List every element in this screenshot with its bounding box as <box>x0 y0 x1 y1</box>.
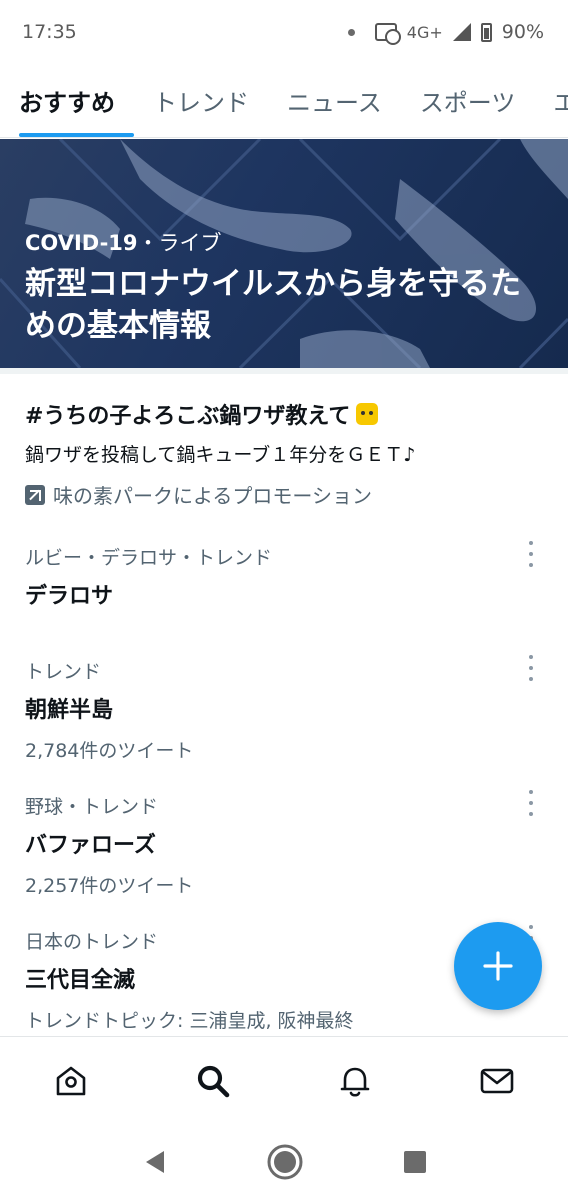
nav-home-button[interactable] <box>41 1051 101 1111</box>
recents-icon[interactable] <box>402 1149 428 1175</box>
tab-sports[interactable]: スポーツ <box>401 64 535 137</box>
mail-icon <box>480 1068 514 1093</box>
system-navigation <box>0 1124 568 1200</box>
trend-tweet-count: 2,784件のツイート <box>25 740 194 762</box>
hero-card[interactable]: COVID-19・ライブ 新型コロナウイルスから身を守るための基本情報 <box>0 139 568 368</box>
cube-emoji-icon <box>356 403 379 425</box>
back-icon[interactable] <box>140 1148 168 1176</box>
nav-search-button[interactable] <box>183 1051 243 1111</box>
home-icon <box>56 1066 86 1095</box>
promoted-icon <box>25 484 45 505</box>
tab-recommended[interactable]: おすすめ <box>0 64 134 137</box>
status-bar: 17:35 4G+ 90% <box>0 0 568 64</box>
tab-label: スポーツ <box>419 88 516 117</box>
network-type: 4G+ <box>406 22 443 42</box>
search-icon <box>197 1065 230 1097</box>
compose-tweet-button[interactable] <box>454 922 542 1010</box>
bell-icon <box>340 1067 370 1097</box>
more-options-icon[interactable] <box>524 655 538 681</box>
battery-icon <box>480 22 492 42</box>
promoted-description: 鍋ワザを投稿して鍋キューブ１年分をＧＥＴ♪ <box>25 444 416 466</box>
bottom-navigation <box>0 1036 568 1124</box>
tab-entertainment[interactable]: エ <box>534 64 568 137</box>
trend-tweet-count: 2,257件のツイート <box>25 875 194 897</box>
trend-item[interactable]: 野球・トレンド バファローズ 2,257件のツイート <box>25 790 548 898</box>
hero-kicker: COVID-19・ライブ <box>25 227 538 257</box>
plus-icon <box>483 951 513 981</box>
trend-context: ルビー・デラロサ・トレンド <box>25 547 273 569</box>
nav-messages-button[interactable] <box>467 1051 527 1111</box>
status-icons: 4G+ 90% <box>347 21 544 45</box>
trend-item[interactable]: トレンド 朝鮮半島 2,784件のツイート <box>25 655 548 763</box>
promoted-by-label: 味の素パークによるプロモーション <box>53 484 372 508</box>
hero-live-label: ・ライブ <box>137 231 222 255</box>
no-sim-icon <box>374 23 401 45</box>
trend-topics: トレンドトピック: 三浦皇成, 阪神最終 <box>25 1010 354 1032</box>
tab-label: おすすめ <box>19 88 115 117</box>
tab-news[interactable]: ニュース <box>268 64 401 137</box>
home-circle-icon[interactable] <box>266 1143 304 1181</box>
trend-name: デラロサ <box>25 584 114 609</box>
section-divider <box>0 368 568 374</box>
promoted-trend-title: #うちの子よろこぶ鍋ワザ教えて <box>25 398 548 430</box>
hero-topic: COVID-19 <box>25 231 138 255</box>
status-time: 17:35 <box>22 21 77 43</box>
signal-icon <box>452 23 471 41</box>
hero-title: 新型コロナウイルスから身を守るための基本情報 <box>25 266 521 344</box>
promoted-hashtag: #うちの子よろこぶ鍋ワザ教えて <box>25 404 351 429</box>
trend-name: バファローズ <box>25 833 156 858</box>
trend-context: トレンド <box>25 661 102 683</box>
hero-text: COVID-19・ライブ 新型コロナウイルスから身を守るための基本情報 <box>25 227 538 347</box>
tab-label: エ <box>553 83 568 118</box>
trend-item[interactable]: ルビー・デラロサ・トレンド デラロサ <box>25 541 548 610</box>
tab-trending[interactable]: トレンド <box>134 64 268 137</box>
trend-context: 野球・トレンド <box>25 796 159 818</box>
explore-tabs: おすすめ トレンド ニュース スポーツ エ <box>0 64 568 138</box>
battery-level: 90% <box>501 21 544 43</box>
promoted-trend[interactable]: #うちの子よろこぶ鍋ワザ教えて 鍋ワザを投稿して鍋キューブ１年分をＧＥＴ♪ 味の… <box>25 398 548 509</box>
tab-label: ニュース <box>287 88 382 117</box>
tab-label: トレンド <box>153 88 249 117</box>
promoted-by: 味の素パークによるプロモーション <box>25 480 548 509</box>
trend-name: 朝鮮半島 <box>25 698 114 723</box>
nav-notifications-button[interactable] <box>325 1051 385 1111</box>
notification-dot-icon <box>347 28 355 36</box>
more-options-icon[interactable] <box>524 541 538 567</box>
more-options-icon[interactable] <box>524 790 538 816</box>
